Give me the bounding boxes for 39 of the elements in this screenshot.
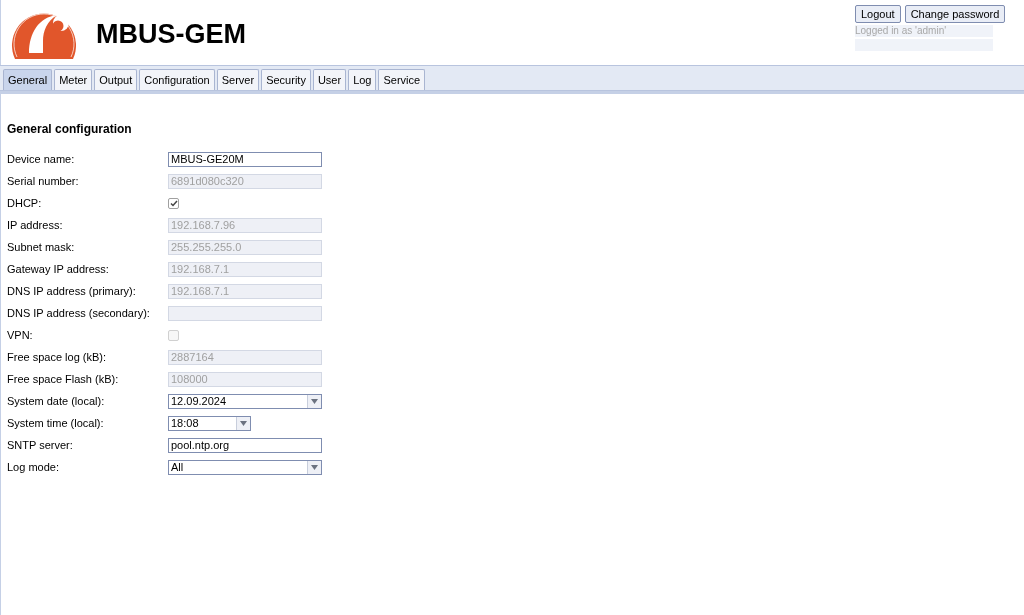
header-button[interactable]: Change password — [904, 5, 1006, 23]
tab[interactable]: Server — [216, 69, 260, 90]
field-label: DNS IP address (primary): — [7, 283, 137, 299]
field-label: SNTP server: — [7, 437, 74, 453]
dropdown-field[interactable]: 18:08 — [168, 415, 251, 431]
field-label: Subnet mask: — [7, 239, 76, 255]
field-label: Log mode: — [7, 459, 60, 475]
field-label: System date (local): — [7, 393, 106, 409]
field-label: IP address: — [7, 217, 64, 233]
field-label: System time (local): — [7, 415, 105, 431]
dropdown-caret-icon — [311, 464, 318, 470]
field-label: Free space Flash (kB): — [7, 371, 120, 387]
tab[interactable]: General — [3, 69, 53, 90]
tab[interactable]: Security — [261, 69, 311, 90]
checkmark-icon — [169, 199, 178, 207]
header-button[interactable]: Logout — [855, 5, 901, 23]
tab[interactable]: Meter — [54, 69, 93, 90]
field-label: VPN: — [7, 327, 34, 343]
tab[interactable]: Output — [94, 69, 138, 90]
field-label: Serial number: — [7, 173, 80, 189]
section-title: General configuration — [7, 121, 133, 138]
dropdown-caret-icon — [311, 398, 318, 404]
field-label: DNS IP address (secondary): — [7, 305, 151, 321]
field-label: Gateway IP address: — [7, 261, 110, 277]
login-status: Logged in as 'admin' — [855, 25, 993, 37]
dropdown-caret-icon — [240, 420, 247, 426]
text-field[interactable]: pool.ntp.org — [168, 437, 322, 453]
field-label: Device name: — [7, 151, 76, 167]
field-label: DHCP: — [7, 195, 43, 211]
text-field[interactable]: MBUS-GE20M — [168, 151, 322, 167]
checkbox[interactable] — [168, 197, 179, 209]
tab[interactable]: Log — [348, 69, 377, 90]
tab[interactable]: User — [312, 69, 347, 90]
dropdown-field[interactable]: 12.09.2024 — [168, 393, 322, 409]
app-title: MBUS-GEM — [96, 18, 246, 51]
dropdown-field[interactable]: All — [168, 459, 322, 475]
tab[interactable]: Service — [378, 69, 426, 90]
field-label: Free space log (kB): — [7, 349, 108, 365]
tab[interactable]: Configuration — [139, 69, 215, 90]
